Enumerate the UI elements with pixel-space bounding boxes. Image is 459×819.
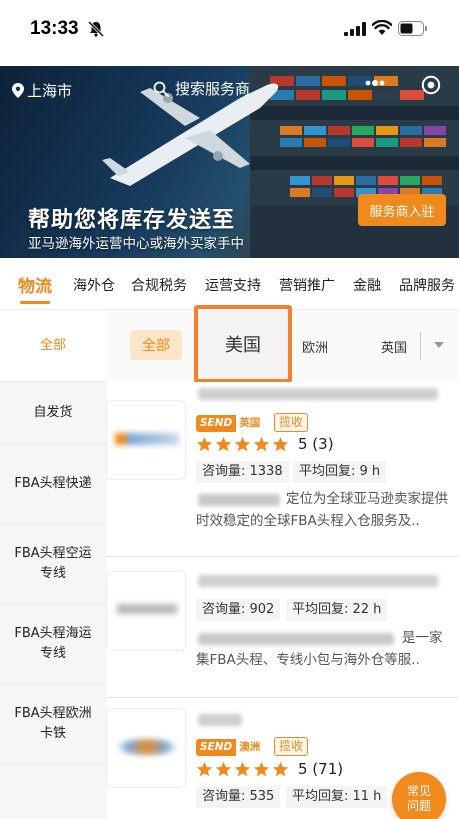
provider-logo xyxy=(106,708,186,788)
faq-button[interactable]: 常见 问题 xyxy=(392,772,446,819)
provider-logo xyxy=(106,571,186,651)
provider-description-line2: 时效稳定的全球FBA头程入仓服务及.. xyxy=(196,513,420,529)
category-tabs: 物流 海外仓 合规税务 运营支持 营销推广 金融 品牌服务 xyxy=(0,258,459,310)
provider-description-line1: 定位为全球亚马逊卖家提供 xyxy=(286,491,448,507)
tab-active-underline xyxy=(20,301,50,304)
faq-label-line1: 常见 xyxy=(406,784,431,798)
star-icon xyxy=(196,761,213,777)
chevron-down-icon[interactable] xyxy=(434,342,444,348)
sidebar-item-label: FBA头程快递 xyxy=(14,475,92,491)
hero-banner[interactable]: 上海市 搜索服务商 帮助您将库存发送至 亚马逊海外运营中心或海外买家手中 服务商… xyxy=(0,66,459,258)
provider-logo xyxy=(106,400,186,480)
consult-count: 咨询量: 1338 xyxy=(196,461,289,483)
battery-icon xyxy=(398,21,427,36)
sidebar-item-label: 全部 xyxy=(39,337,66,353)
rating-summary: 5 (3) xyxy=(298,435,334,453)
region-divider xyxy=(420,332,421,360)
bell-off-icon xyxy=(87,20,105,38)
sidebar-item-self-ship[interactable]: 自发货 xyxy=(0,382,106,444)
status-time: 13:33 xyxy=(30,18,79,39)
region-filter-bar: 全部 美国 欧洲 英国 xyxy=(106,305,459,383)
search-bar[interactable]: 搜索服务商 xyxy=(153,78,250,99)
tab-logistics[interactable]: 物流 xyxy=(18,272,52,297)
collect-badge: 揽收 xyxy=(274,737,309,756)
provider-card[interactable]: SEND 英国 揽收 5 (3) 咨询量: 1338 平均回复: 9 h 定位为… xyxy=(106,382,459,556)
region-europe-button[interactable]: 欧洲 xyxy=(302,337,328,356)
provider-card[interactable]: 咨询量: 902 平均回复: 22 h 是一家 集FBA头程、专线小包与海外仓等… xyxy=(106,557,459,707)
rating-summary: 5 (71) xyxy=(298,760,344,778)
average-reply-time: 平均回复: 22 h xyxy=(286,599,388,621)
cellular-signal-icon xyxy=(344,22,366,36)
sidebar-item-fba-air[interactable]: FBA头程空运专线 xyxy=(0,524,106,604)
send-badge: SEND 澳洲 xyxy=(196,739,264,756)
more-menu-icon[interactable] xyxy=(364,78,386,88)
sidebar-item-label: FBA头程欧洲卡铁 xyxy=(14,705,92,741)
send-badge-label: SEND xyxy=(196,415,237,432)
banner-subtitle: 亚马逊海外运营中心或海外买家手中 xyxy=(28,236,244,252)
region-us-button[interactable]: 美国 xyxy=(194,305,292,383)
wifi-icon xyxy=(372,20,392,35)
location-selector[interactable]: 上海市 xyxy=(12,80,72,101)
star-icon xyxy=(234,436,251,452)
tab-operations-support[interactable]: 运营支持 xyxy=(205,275,261,295)
sidebar-item-all[interactable]: 全部 xyxy=(0,310,106,382)
location-pin-icon xyxy=(12,83,24,98)
sidebar-item-label: 自发货 xyxy=(33,404,73,420)
send-badge-region: 澳洲 xyxy=(236,739,264,756)
send-badge-region: 英国 xyxy=(236,415,264,432)
rating-stars xyxy=(196,436,289,453)
rating-stars xyxy=(196,761,289,778)
sidebar-item-label: FBA头程海运专线 xyxy=(14,625,92,661)
star-icon xyxy=(272,761,289,777)
star-icon xyxy=(196,436,213,452)
location-label: 上海市 xyxy=(27,82,73,100)
description-redacted xyxy=(198,494,280,506)
banner-title: 帮助您将库存发送至 xyxy=(28,208,236,233)
average-reply-time: 平均回复: 9 h xyxy=(293,461,387,483)
tab-finance[interactable]: 金融 xyxy=(353,275,381,295)
provider-join-button[interactable]: 服务商入驻 xyxy=(358,194,446,226)
consult-count: 咨询量: 535 xyxy=(196,786,281,808)
close-miniprogram-icon[interactable] xyxy=(421,75,441,95)
region-all-button[interactable]: 全部 xyxy=(130,330,182,360)
collect-badge: 揽收 xyxy=(274,413,309,432)
star-icon xyxy=(234,761,251,777)
subcategory-sidebar: 全部 自发货 FBA头程快递 FBA头程空运专线 FBA头程海运专线 FBA头程… xyxy=(0,310,106,819)
description-redacted xyxy=(198,633,394,645)
provider-name-redacted xyxy=(198,575,438,587)
provider-description-line1: 是一家 xyxy=(402,630,443,646)
sidebar-item-fba-express[interactable]: FBA头程快递 xyxy=(0,444,106,524)
sidebar-item-fba-sea[interactable]: FBA头程海运专线 xyxy=(0,604,106,684)
star-icon xyxy=(253,761,270,777)
search-placeholder: 搜索服务商 xyxy=(175,80,251,98)
send-badge: SEND 英国 xyxy=(196,415,264,432)
search-icon xyxy=(153,81,169,97)
star-icon xyxy=(272,436,289,452)
provider-name-redacted xyxy=(198,388,438,400)
provider-name-redacted xyxy=(198,714,242,726)
tab-compliance-tax[interactable]: 合规税务 xyxy=(131,275,187,295)
tab-overseas-warehouse[interactable]: 海外仓 xyxy=(73,275,115,295)
average-reply-time: 平均回复: 11 h xyxy=(286,786,388,808)
faq-label-line2: 问题 xyxy=(406,799,431,813)
region-uk-button[interactable]: 英国 xyxy=(381,337,407,356)
status-bar: 13:33 xyxy=(0,0,459,62)
star-icon xyxy=(253,436,270,452)
tab-brand-services[interactable]: 品牌服务 xyxy=(399,275,455,295)
star-icon xyxy=(215,761,232,777)
consult-count: 咨询量: 902 xyxy=(196,599,281,621)
provider-description-line2: 集FBA头程、专线小包与海外仓等服.. xyxy=(196,652,420,668)
sidebar-item-label: FBA头程空运专线 xyxy=(14,545,92,581)
star-icon xyxy=(215,436,232,452)
sidebar-item-fba-europe-rail[interactable]: FBA头程欧洲卡铁 xyxy=(0,684,106,764)
tab-marketing[interactable]: 营销推广 xyxy=(279,275,335,295)
send-badge-label: SEND xyxy=(196,739,237,756)
